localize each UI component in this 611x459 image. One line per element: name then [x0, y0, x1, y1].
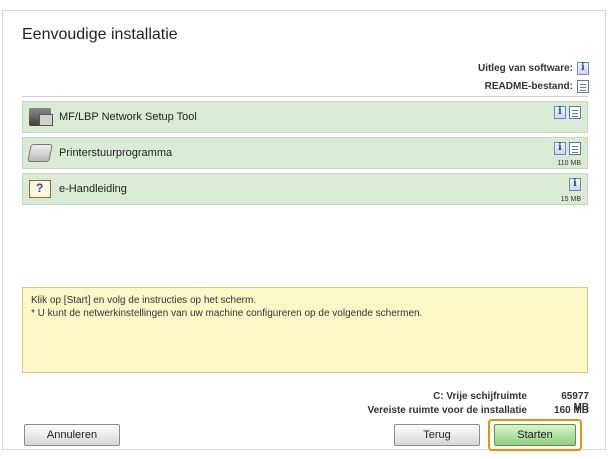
list-item-label: e-Handleiding — [59, 183, 127, 195]
instruction-line-2: * U kunt de netwerkinstellingen van uw m… — [31, 308, 423, 319]
cancel-button[interactable]: Annuleren — [24, 424, 120, 446]
manual-icon — [29, 180, 51, 198]
info-icon[interactable] — [569, 178, 581, 191]
readme-label: README-bestand: — [484, 81, 573, 92]
list-item-e-manual[interactable]: e-Handleiding 15 MB — [22, 173, 588, 205]
info-icon[interactable] — [554, 106, 566, 119]
item-icons — [569, 178, 581, 191]
info-icon[interactable] — [554, 142, 566, 155]
required-space-label: Vereiste ruimte voor de installatie — [367, 405, 527, 416]
item-size: 110 MB — [557, 160, 581, 167]
start-button-focus-highlight: Starten — [488, 419, 582, 451]
easy-installation-window — [2, 10, 606, 450]
start-button[interactable]: Starten — [494, 424, 576, 446]
list-item-printer-driver[interactable]: Printerstuurprogramma 110 MB — [22, 137, 588, 169]
readme-document-icon — [577, 80, 589, 93]
required-space-row: Vereiste ruimte voor de installatie 160 … — [367, 405, 589, 416]
list-item-network-setup-tool[interactable]: MF/LBP Network Setup Tool — [22, 101, 588, 133]
list-item-label: Printerstuurprogramma — [59, 147, 173, 159]
back-button[interactable]: Terug — [394, 424, 480, 446]
list-item-label: MF/LBP Network Setup Tool — [59, 111, 197, 123]
item-size: 15 MB — [560, 196, 581, 203]
software-explanation-label: Uitleg van software: — [477, 63, 573, 74]
instruction-message-box: Klik op [Start] en volg de instructies o… — [22, 287, 588, 373]
network-tool-icon — [29, 108, 53, 126]
required-space-value: 160 MB — [553, 405, 589, 416]
item-icons — [554, 106, 581, 119]
readme-document-icon[interactable] — [569, 106, 581, 119]
item-icons — [554, 142, 581, 155]
info-icon — [577, 62, 589, 75]
software-explanation-legend: Uitleg van software: — [478, 62, 589, 75]
printer-icon — [27, 144, 53, 162]
instruction-line-1: Klik op [Start] en volg de instructies o… — [31, 295, 257, 306]
page-title: Eenvoudige installatie — [22, 26, 178, 43]
readme-document-icon[interactable] — [569, 142, 581, 155]
readme-legend: README-bestand: — [485, 80, 589, 93]
software-list: MF/LBP Network Setup Tool Printerstuurpr… — [22, 96, 588, 208]
